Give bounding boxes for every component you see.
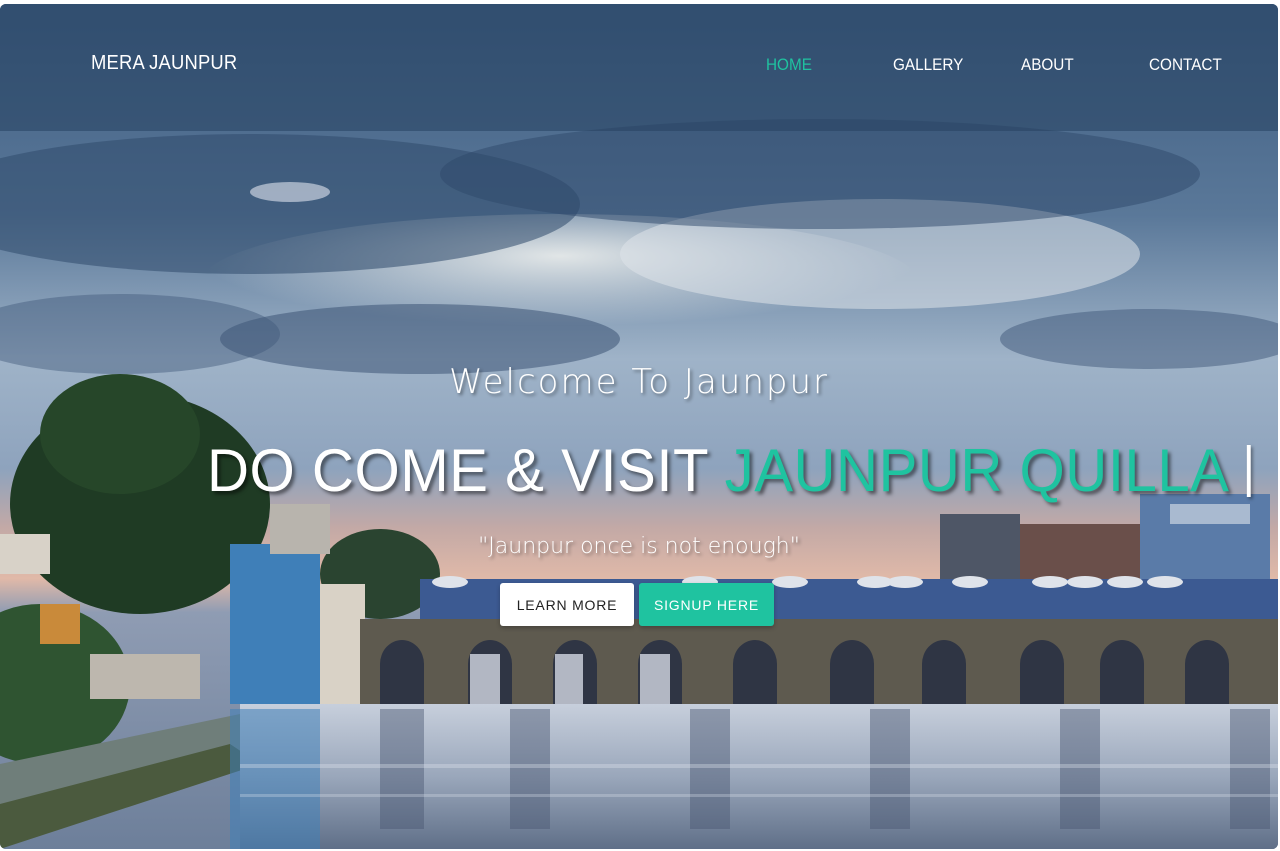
hero-headline: DO COME & VISIT JAUNPUR QUILLA xyxy=(207,436,1251,505)
hero-section: MERA JAUNPUR HOME GALLERY ABOUT CONTACT … xyxy=(0,4,1278,849)
signup-button[interactable]: SIGNUP HERE xyxy=(639,583,774,626)
nav-link-contact[interactable]: CONTACT xyxy=(1149,55,1222,75)
nav-link-gallery[interactable]: GALLERY xyxy=(893,55,963,75)
brand-logo-text[interactable]: MERA JAUNPUR xyxy=(91,52,237,75)
learn-more-button[interactable]: LEARN MORE xyxy=(500,583,634,626)
hero-quote: "Jaunpur once is not enough" xyxy=(478,534,800,559)
typing-cursor xyxy=(1246,445,1251,497)
nav-link-about[interactable]: ABOUT xyxy=(1021,55,1074,75)
welcome-heading: Welcome To Jaunpur xyxy=(448,362,829,402)
headline-accent: JAUNPUR QUILLA xyxy=(724,437,1230,504)
navbar: MERA JAUNPUR HOME GALLERY ABOUT CONTACT xyxy=(0,4,1278,131)
headline-prefix: DO COME & VISIT xyxy=(207,437,725,504)
nav-link-home[interactable]: HOME xyxy=(766,55,812,75)
